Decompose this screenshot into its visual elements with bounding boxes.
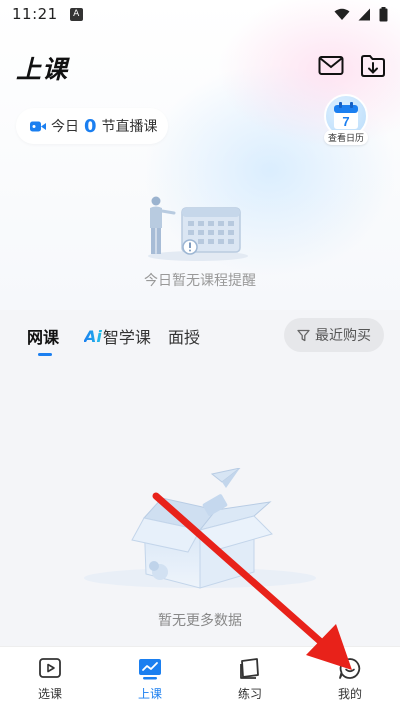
live-count: 0 [84, 115, 97, 137]
page-title: 上课 [16, 55, 69, 84]
no-schedule-illustration [148, 196, 248, 261]
view-calendar-button[interactable]: 7 查看日历 [323, 94, 369, 148]
header: 上课 [0, 50, 400, 86]
nav-label: 我的 [337, 687, 362, 701]
status-bar: 11:21 A [0, 0, 400, 28]
play-video-icon [39, 658, 61, 678]
header-background [0, 0, 400, 310]
nav-item-practice[interactable]: 练习 [200, 647, 300, 710]
nav-item-mine[interactable]: 我的 [300, 647, 400, 710]
recent-purchase-label: 最近购买 [315, 328, 371, 344]
active-tab-indicator [38, 353, 52, 356]
video-camera-icon [30, 121, 46, 131]
no-schedule-text: 今日暂无课程提醒 [144, 273, 256, 289]
tab-ai-course[interactable]: Ai 智学课 [84, 324, 151, 348]
recent-purchase-filter-button[interactable]: 最近购买 [284, 318, 384, 352]
nav-item-select-course[interactable]: 选课 [0, 647, 100, 710]
filter-icon [297, 329, 310, 341]
nav-item-attend-class[interactable]: 上课 [100, 647, 200, 710]
calendar-label: 查看日历 [323, 130, 368, 145]
status-time: 11:21 [12, 5, 58, 23]
empty-box-illustration [84, 468, 316, 589]
status-icons [334, 6, 388, 22]
nav-label: 练习 [237, 687, 262, 701]
no-more-data-text: 暂无更多数据 [158, 613, 242, 629]
live-prefix: 今日 [51, 119, 79, 135]
ai-logo-icon: Ai [84, 326, 102, 346]
bottom-nav: 选课 上课 练习 我的 [0, 646, 400, 710]
wifi-icon [334, 8, 350, 20]
live-suffix: 节直播课 [101, 119, 158, 135]
download-folder-icon[interactable] [360, 53, 386, 79]
tab-in-person[interactable]: 面授 [168, 324, 200, 348]
nav-label: 上课 [137, 687, 162, 701]
signal-icon [358, 8, 370, 20]
nav-label: 选课 [37, 687, 62, 701]
tab-label: 网课 [27, 328, 60, 347]
tab-label: 面授 [168, 328, 201, 347]
notebook-icon [240, 658, 259, 679]
battery-icon [379, 6, 388, 21]
chat-smile-icon [339, 658, 361, 679]
notification-badge: A [69, 7, 83, 21]
tab-label: 智学课 [102, 328, 151, 347]
tab-online-course[interactable]: 网课 [27, 324, 59, 348]
chart-screen-icon [139, 659, 161, 680]
calendar-day: 7 [342, 114, 349, 129]
mail-icon[interactable] [318, 55, 344, 77]
today-live-pill[interactable]: 今日 0 节直播课 [16, 108, 168, 144]
